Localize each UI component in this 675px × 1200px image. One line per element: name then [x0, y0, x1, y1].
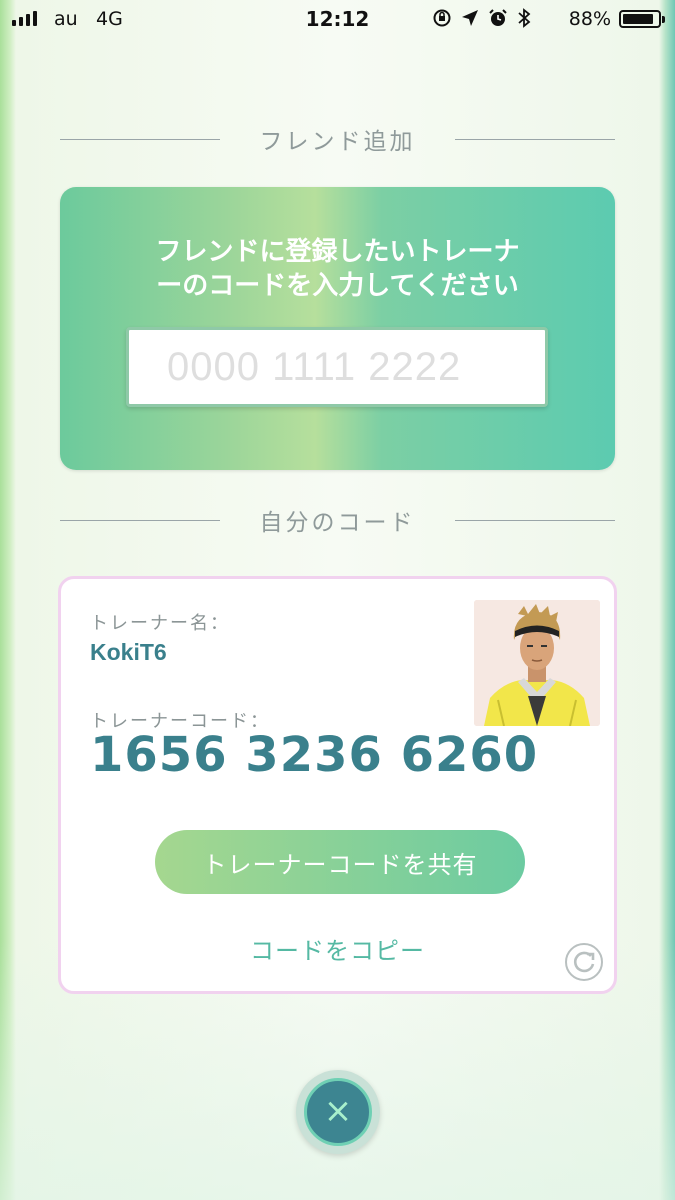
trainer-name-label: トレーナー名：: [90, 613, 230, 634]
bluetooth-icon: [518, 8, 531, 28]
battery-fill: [623, 14, 653, 24]
my-code-header: 自分のコード: [60, 505, 615, 536]
copy-code-link[interactable]: コードをコピー: [61, 931, 614, 966]
friend-add-title: フレンド追加: [259, 129, 416, 155]
close-button-inner: ×: [304, 1078, 372, 1146]
battery-percentage: 88%: [568, 8, 611, 30]
friend-add-card: フレンドに登録したいトレーナ ーのコードを入力してください: [60, 187, 615, 470]
share-trainer-code-button[interactable]: トレーナーコードを共有: [155, 830, 525, 894]
avatar-image: [474, 600, 600, 726]
alarm-icon: [489, 9, 507, 26]
divider-right: [455, 520, 615, 521]
trainer-code: 1656 3236 6260: [90, 727, 539, 783]
friend-add-instructions: フレンドに登録したいトレーナ ーのコードを入力してください: [60, 235, 615, 303]
battery-icon: [619, 10, 665, 28]
my-code-card: トレーナー名： KokiT6 トレーナーコード： 1656 3236 6260 …: [58, 576, 617, 994]
divider-right: [455, 139, 615, 140]
close-icon: ×: [323, 1091, 353, 1131]
location-arrow-icon: [462, 10, 478, 26]
trainer-name: KokiT6: [90, 639, 167, 665]
my-code-title: 自分のコード: [259, 510, 416, 536]
trainer-avatar: [474, 600, 600, 726]
rotation-lock-icon: [433, 9, 451, 27]
close-button[interactable]: ×: [296, 1070, 380, 1154]
trainer-code-input[interactable]: [126, 327, 548, 407]
refresh-icon[interactable]: [564, 942, 604, 982]
divider-left: [60, 139, 220, 140]
instruction-line-1: フレンドに登録したいトレーナ: [155, 237, 520, 267]
friend-add-header: フレンド追加: [60, 124, 615, 155]
divider-left: [60, 520, 220, 521]
status-bar: au 4G 12:12 88%: [0, 0, 675, 38]
instruction-line-2: ーのコードを入力してください: [156, 271, 519, 301]
